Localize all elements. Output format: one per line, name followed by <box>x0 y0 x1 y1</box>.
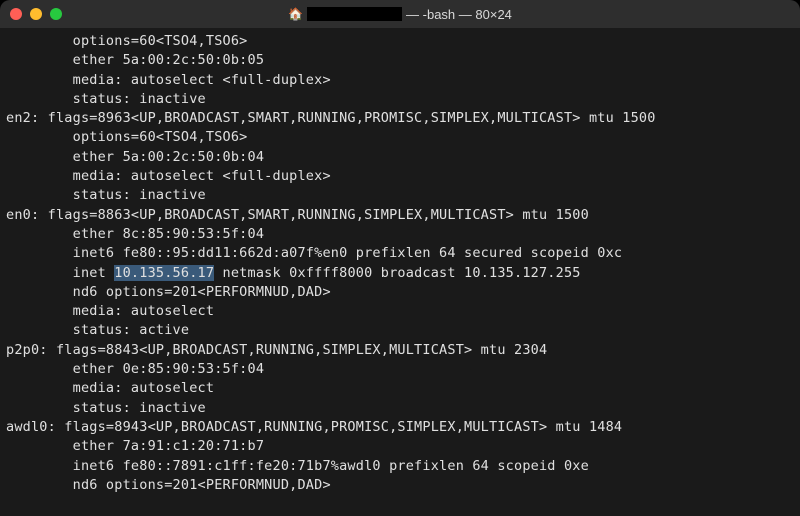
title-text: — -bash — 80×24 <box>406 7 512 22</box>
terminal-output[interactable]: options=60<TSO4,TSO6> ether 5a:00:2c:50:… <box>0 28 800 516</box>
terminal-line: awdl0: flags=8943<UP,BROADCAST,RUNNING,P… <box>6 419 622 435</box>
terminal-line: inet6 fe80::7891:c1ff:fe20:71b7%awdl0 pr… <box>6 458 589 474</box>
terminal-line: nd6 options=201<PERFORMNUD,DAD> <box>6 477 331 493</box>
terminal-line: en0: flags=8863<UP,BROADCAST,SMART,RUNNI… <box>6 207 589 223</box>
close-icon[interactable] <box>10 8 22 20</box>
inet-suffix: netmask 0xffff8000 broadcast 10.135.127.… <box>214 265 580 281</box>
redacted-username <box>307 7 402 21</box>
inet-prefix: inet <box>6 265 114 281</box>
terminal-line: status: active <box>6 322 189 338</box>
terminal-line-inet: inet 10.135.56.17 netmask 0xffff8000 bro… <box>6 265 581 281</box>
terminal-line: options=60<TSO4,TSO6> <box>6 33 248 49</box>
terminal-line: media: autoselect <full-duplex> <box>6 168 331 184</box>
terminal-line: ether 7a:91:c1:20:71:b7 <box>6 438 264 454</box>
terminal-line: inet6 fe80::95:dd11:662d:a07f%en0 prefix… <box>6 245 622 261</box>
window-title: 🏠 — -bash — 80×24 <box>0 7 800 22</box>
terminal-line: media: autoselect <full-duplex> <box>6 72 331 88</box>
terminal-line: nd6 options=201<PERFORMNUD,DAD> <box>6 284 331 300</box>
terminal-line: media: autoselect <box>6 380 214 396</box>
terminal-line: options=60<TSO4,TSO6> <box>6 129 248 145</box>
terminal-line: en2: flags=8963<UP,BROADCAST,SMART,RUNNI… <box>6 110 656 126</box>
terminal-line: ether 5a:00:2c:50:0b:04 <box>6 149 264 165</box>
titlebar: 🏠 — -bash — 80×24 <box>0 0 800 28</box>
terminal-line: media: autoselect <box>6 303 214 319</box>
terminal-line: p2p0: flags=8843<UP,BROADCAST,RUNNING,SI… <box>6 342 547 358</box>
terminal-line: ether 5a:00:2c:50:0b:05 <box>6 52 264 68</box>
terminal-line: ether 0e:85:90:53:5f:04 <box>6 361 264 377</box>
home-folder-icon: 🏠 <box>288 7 303 21</box>
terminal-line: status: inactive <box>6 187 206 203</box>
selected-ip-address[interactable]: 10.135.56.17 <box>114 265 214 281</box>
terminal-line: ether 8c:85:90:53:5f:04 <box>6 226 264 242</box>
terminal-line: status: inactive <box>6 91 206 107</box>
minimize-icon[interactable] <box>30 8 42 20</box>
zoom-icon[interactable] <box>50 8 62 20</box>
traffic-lights <box>10 8 62 20</box>
terminal-line: status: inactive <box>6 400 206 416</box>
